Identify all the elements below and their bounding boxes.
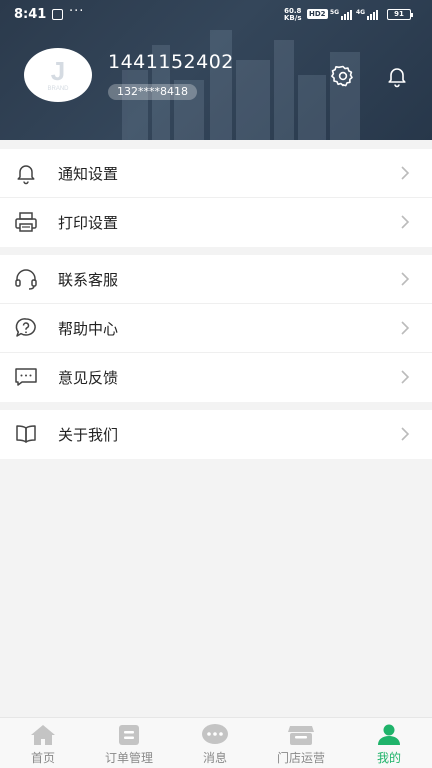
svg-text:BRAND: BRAND	[47, 86, 69, 92]
chat-dots-icon	[13, 365, 39, 389]
user-name: 1441152402	[108, 51, 234, 73]
menu-item-about-us[interactable]: 关于我们	[0, 410, 432, 459]
tab-messages[interactable]: 消息	[172, 718, 258, 768]
menu-item-label: 关于我们	[58, 426, 119, 444]
help-bubble-icon	[13, 316, 39, 340]
menu-group-notifications: 通知设置 打印设置	[0, 149, 432, 247]
bell-icon	[13, 161, 39, 185]
signal-4g-icon: 4G	[356, 9, 379, 20]
tab-label: 订单管理	[104, 751, 153, 765]
tab-orders[interactable]: 订单管理	[86, 718, 172, 768]
user-phone-badge: 132****8418	[108, 84, 197, 100]
menu-item-label: 联系客服	[58, 270, 119, 289]
menu-group-about: 关于我们	[0, 410, 432, 459]
menu-group-support: 联系客服 帮助中心 意见反馈	[0, 255, 432, 402]
signal-5g-label: 5G	[330, 9, 340, 16]
notifications-button[interactable]	[384, 64, 410, 88]
hd-voice-badge: HD2	[307, 9, 328, 19]
tab-home[interactable]: 首页	[0, 718, 86, 768]
profile-icon	[375, 724, 403, 746]
tab-label: 首页	[30, 751, 55, 765]
notification-app-icon	[52, 9, 63, 20]
tab-label: 消息	[202, 751, 227, 765]
bottom-tab-bar: 首页 订单管理 消息 门店运营 我的	[0, 717, 432, 768]
status-bar: 8:41 ··· 60.8 KB/s HD2 5G 4G 91	[0, 0, 432, 30]
menu-item-help-center[interactable]: 帮助中心	[0, 304, 432, 353]
tab-profile[interactable]: 我的	[346, 718, 432, 768]
menu-item-notification-settings[interactable]: 通知设置	[0, 149, 432, 198]
signal-4g-label: 4G	[356, 9, 366, 16]
message-icon	[201, 724, 229, 746]
status-more-dots: ···	[69, 4, 85, 19]
gear-icon	[331, 65, 353, 87]
menu-item-label: 打印设置	[58, 214, 119, 232]
brand-logo-icon: J BRAND	[47, 56, 69, 92]
menu-item-contact-service[interactable]: 联系客服	[0, 255, 432, 304]
city-skyline-background	[122, 20, 362, 140]
settings-button[interactable]	[330, 64, 356, 88]
tab-store-operations[interactable]: 门店运营	[258, 718, 344, 768]
profile-header: 8:41 ··· 60.8 KB/s HD2 5G 4G 91 J BRAND …	[0, 0, 432, 140]
network-speed-unit: KB/s	[284, 14, 302, 22]
tab-label: 门店运营	[276, 751, 325, 765]
menu-item-print-settings[interactable]: 打印设置	[0, 198, 432, 247]
menu-item-label: 通知设置	[58, 164, 119, 183]
printer-icon	[13, 210, 39, 234]
chevron-right-icon	[401, 166, 410, 180]
bell-icon	[388, 68, 406, 88]
chevron-right-icon	[401, 272, 410, 286]
home-icon	[29, 724, 57, 746]
chevron-right-icon	[401, 215, 410, 229]
chevron-right-icon	[401, 321, 410, 335]
battery-icon: 91	[387, 9, 413, 20]
menu-item-feedback[interactable]: 意见反馈	[0, 353, 432, 402]
menu-item-label: 意见反馈	[58, 369, 119, 387]
svg-text:J: J	[51, 56, 65, 86]
chevron-right-icon	[401, 427, 410, 441]
chevron-right-icon	[401, 370, 410, 384]
avatar[interactable]: J BRAND	[24, 48, 92, 102]
network-speed: 60.8 KB/s	[284, 8, 301, 22]
store-icon	[287, 724, 315, 746]
headset-icon	[13, 267, 39, 291]
signal-5g-icon: 5G	[330, 9, 353, 20]
tab-label: 我的	[376, 751, 401, 765]
status-time: 8:41	[14, 7, 47, 22]
menu-item-label: 帮助中心	[58, 319, 119, 338]
order-icon	[115, 724, 143, 746]
book-icon	[13, 422, 39, 446]
